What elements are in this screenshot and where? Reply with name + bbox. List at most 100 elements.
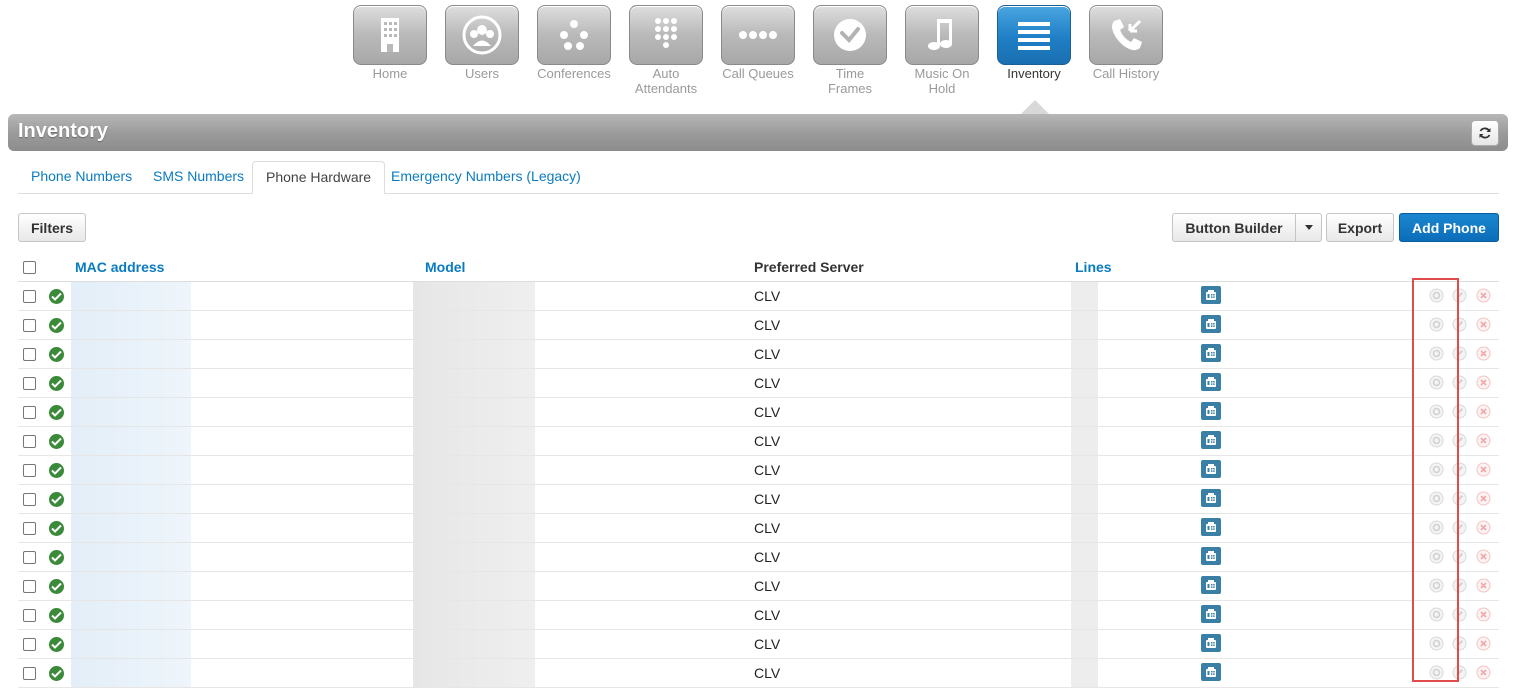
column-model[interactable]: Model (425, 259, 465, 275)
gear-icon[interactable] (1429, 404, 1444, 419)
edit-icon[interactable] (1452, 491, 1467, 506)
edit-icon[interactable] (1452, 607, 1467, 622)
preferred-server-cell: CLV (754, 433, 781, 449)
gear-icon[interactable] (1429, 462, 1444, 477)
button-builder-button[interactable]: Button Builder (1172, 213, 1296, 242)
preferred-server-cell: CLV (754, 404, 781, 420)
select-all-checkbox[interactable] (23, 261, 36, 274)
row-checkbox[interactable] (23, 377, 36, 390)
nav-users[interactable]: Users (444, 5, 520, 81)
delete-icon[interactable] (1476, 665, 1491, 680)
button-builder-dropdown[interactable] (1295, 213, 1322, 242)
row-checkbox[interactable] (23, 551, 36, 564)
line-phone-button[interactable] (1201, 431, 1221, 449)
line-phone-button[interactable] (1201, 663, 1221, 681)
line-phone-button[interactable] (1201, 489, 1221, 507)
edit-icon[interactable] (1452, 433, 1467, 448)
edit-icon[interactable] (1452, 346, 1467, 361)
line-phone-button[interactable] (1201, 460, 1221, 478)
delete-icon[interactable] (1476, 491, 1491, 506)
tab-phone-hardware[interactable]: Phone Hardware (252, 161, 386, 194)
gear-icon[interactable] (1429, 520, 1444, 535)
column-mac-address[interactable]: MAC address (75, 259, 164, 275)
delete-icon[interactable] (1476, 375, 1491, 390)
gear-icon[interactable] (1429, 636, 1444, 651)
gear-icon[interactable] (1429, 346, 1444, 361)
mac-address-cell (71, 456, 191, 484)
tab-sms-numbers[interactable]: SMS Numbers (140, 161, 257, 193)
row-checkbox[interactable] (23, 580, 36, 593)
edit-icon[interactable] (1452, 520, 1467, 535)
nav-call-queues[interactable]: Call Queues (720, 5, 796, 81)
edit-icon[interactable] (1452, 462, 1467, 477)
inventory-tabs: Phone Numbers SMS Numbers Phone Hardware… (18, 161, 1499, 194)
nav-time-frames[interactable]: Time Frames (812, 5, 888, 96)
nav-home[interactable]: Home (352, 5, 428, 81)
edit-icon[interactable] (1452, 665, 1467, 680)
gear-icon[interactable] (1429, 375, 1444, 390)
row-checkbox[interactable] (23, 667, 36, 680)
tab-phone-numbers[interactable]: Phone Numbers (18, 161, 145, 193)
delete-icon[interactable] (1476, 317, 1491, 332)
line-phone-button[interactable] (1201, 344, 1221, 362)
row-checkbox[interactable] (23, 638, 36, 651)
export-button[interactable]: Export (1326, 213, 1394, 242)
row-checkbox[interactable] (23, 522, 36, 535)
line-phone-button[interactable] (1201, 518, 1221, 536)
delete-icon[interactable] (1476, 578, 1491, 593)
line-phone-button[interactable] (1201, 373, 1221, 391)
preferred-server-cell: CLV (754, 578, 781, 594)
delete-icon[interactable] (1476, 462, 1491, 477)
line-phone-button[interactable] (1201, 576, 1221, 594)
row-checkbox[interactable] (23, 406, 36, 419)
edit-icon[interactable] (1452, 404, 1467, 419)
gear-icon[interactable] (1429, 433, 1444, 448)
row-checkbox[interactable] (23, 493, 36, 506)
row-checkbox[interactable] (23, 435, 36, 448)
nav-music-on-hold[interactable]: Music On Hold (904, 5, 980, 96)
nav-conferences[interactable]: Conferences (536, 5, 612, 81)
delete-icon[interactable] (1476, 636, 1491, 651)
edit-icon[interactable] (1452, 288, 1467, 303)
gear-icon[interactable] (1429, 491, 1444, 506)
line-phone-button[interactable] (1201, 315, 1221, 333)
gear-icon[interactable] (1429, 578, 1444, 593)
line-phone-button[interactable] (1201, 402, 1221, 420)
gear-icon[interactable] (1429, 665, 1444, 680)
nav-auto-attendants[interactable]: Auto Attendants (628, 5, 704, 96)
refresh-button[interactable] (1471, 120, 1499, 146)
row-checkbox[interactable] (23, 464, 36, 477)
gear-icon[interactable] (1429, 607, 1444, 622)
gear-icon[interactable] (1429, 288, 1444, 303)
delete-icon[interactable] (1476, 549, 1491, 564)
edit-icon[interactable] (1452, 375, 1467, 390)
delete-icon[interactable] (1476, 433, 1491, 448)
line-phone-button[interactable] (1201, 286, 1221, 304)
edit-icon[interactable] (1452, 578, 1467, 593)
nav-inventory[interactable]: Inventory (996, 5, 1072, 81)
tab-emergency-numbers[interactable]: Emergency Numbers (Legacy) (378, 161, 594, 193)
edit-icon[interactable] (1452, 317, 1467, 332)
nav-call-history[interactable]: Call History (1088, 5, 1164, 81)
gear-icon[interactable] (1429, 317, 1444, 332)
add-phone-button[interactable]: Add Phone (1399, 213, 1499, 242)
line-phone-button[interactable] (1201, 634, 1221, 652)
delete-icon[interactable] (1476, 607, 1491, 622)
gear-icon[interactable] (1429, 549, 1444, 564)
phone-icon (1206, 608, 1216, 619)
delete-icon[interactable] (1476, 520, 1491, 535)
line-phone-button[interactable] (1201, 605, 1221, 623)
edit-icon[interactable] (1452, 549, 1467, 564)
line-phone-button[interactable] (1201, 547, 1221, 565)
row-checkbox[interactable] (23, 319, 36, 332)
row-checkbox[interactable] (23, 290, 36, 303)
column-lines[interactable]: Lines (1075, 259, 1112, 275)
delete-icon[interactable] (1476, 288, 1491, 303)
filters-button[interactable]: Filters (18, 213, 86, 242)
edit-icon[interactable] (1452, 636, 1467, 651)
row-checkbox[interactable] (23, 609, 36, 622)
delete-icon[interactable] (1476, 346, 1491, 361)
delete-icon[interactable] (1476, 404, 1491, 419)
row-checkbox[interactable] (23, 348, 36, 361)
preferred-server-cell: CLV (754, 375, 781, 391)
